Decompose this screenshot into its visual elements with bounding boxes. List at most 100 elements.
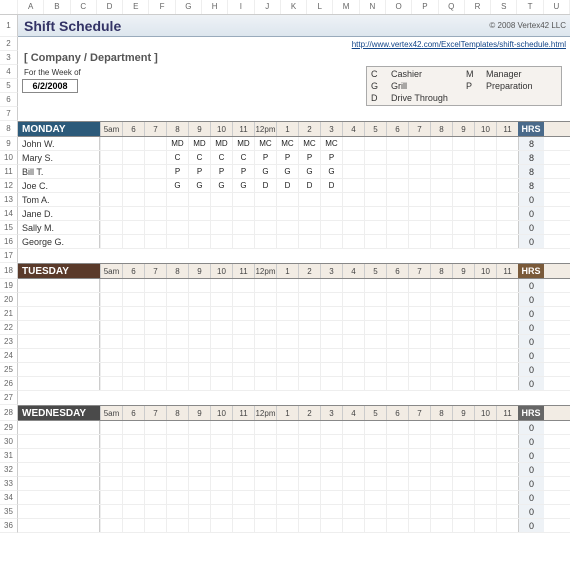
shift-cell[interactable]: D bbox=[320, 179, 342, 192]
shift-cell[interactable] bbox=[430, 321, 452, 334]
shift-cell[interactable] bbox=[474, 207, 496, 220]
shift-cell[interactable]: MD bbox=[166, 137, 188, 150]
shift-cell[interactable] bbox=[496, 193, 518, 206]
employee-name[interactable]: Jane D. bbox=[18, 207, 100, 220]
shift-cell[interactable] bbox=[276, 235, 298, 248]
shift-cell[interactable] bbox=[232, 207, 254, 220]
shift-cell[interactable] bbox=[452, 165, 474, 178]
shift-cell[interactable] bbox=[364, 519, 386, 532]
shift-cell[interactable] bbox=[474, 165, 496, 178]
shift-cell[interactable] bbox=[232, 307, 254, 320]
shift-cell[interactable] bbox=[276, 193, 298, 206]
shift-cell[interactable] bbox=[496, 421, 518, 434]
shift-cell[interactable] bbox=[430, 151, 452, 164]
shift-cell[interactable] bbox=[474, 307, 496, 320]
shift-cell[interactable] bbox=[298, 207, 320, 220]
shift-cell[interactable] bbox=[166, 221, 188, 234]
shift-cell[interactable] bbox=[496, 435, 518, 448]
employee-name[interactable] bbox=[18, 421, 100, 434]
shift-cell[interactable] bbox=[298, 221, 320, 234]
shift-cell[interactable] bbox=[144, 207, 166, 220]
shift-cell[interactable] bbox=[452, 307, 474, 320]
shift-cell[interactable] bbox=[232, 193, 254, 206]
shift-cell[interactable] bbox=[386, 505, 408, 518]
shift-cell[interactable] bbox=[430, 221, 452, 234]
employee-name[interactable] bbox=[18, 293, 100, 306]
shift-cell[interactable] bbox=[232, 335, 254, 348]
shift-cell[interactable] bbox=[386, 293, 408, 306]
shift-cell[interactable] bbox=[188, 293, 210, 306]
shift-cell[interactable] bbox=[320, 363, 342, 376]
shift-cell[interactable] bbox=[122, 335, 144, 348]
shift-cell[interactable] bbox=[430, 137, 452, 150]
shift-cell[interactable] bbox=[364, 491, 386, 504]
shift-cell[interactable] bbox=[166, 449, 188, 462]
shift-cell[interactable] bbox=[100, 137, 122, 150]
shift-cell[interactable] bbox=[166, 307, 188, 320]
shift-cell[interactable] bbox=[364, 477, 386, 490]
shift-cell[interactable]: D bbox=[276, 179, 298, 192]
shift-cell[interactable] bbox=[320, 421, 342, 434]
employee-name[interactable] bbox=[18, 477, 100, 490]
shift-cell[interactable] bbox=[100, 321, 122, 334]
shift-cell[interactable] bbox=[364, 179, 386, 192]
shift-cell[interactable] bbox=[166, 435, 188, 448]
shift-cell[interactable] bbox=[408, 477, 430, 490]
shift-cell[interactable] bbox=[408, 207, 430, 220]
shift-cell[interactable] bbox=[364, 435, 386, 448]
shift-cell[interactable] bbox=[166, 279, 188, 292]
shift-cell[interactable] bbox=[254, 463, 276, 476]
shift-cell[interactable] bbox=[496, 519, 518, 532]
shift-cell[interactable] bbox=[210, 235, 232, 248]
shift-cell[interactable] bbox=[320, 207, 342, 220]
shift-cell[interactable] bbox=[100, 505, 122, 518]
shift-cell[interactable] bbox=[100, 279, 122, 292]
employee-name[interactable]: Tom A. bbox=[18, 193, 100, 206]
shift-cell[interactable] bbox=[122, 421, 144, 434]
shift-cell[interactable] bbox=[430, 491, 452, 504]
shift-cell[interactable] bbox=[166, 335, 188, 348]
shift-cell[interactable] bbox=[430, 519, 452, 532]
shift-cell[interactable] bbox=[364, 363, 386, 376]
shift-cell[interactable] bbox=[430, 421, 452, 434]
shift-cell[interactable] bbox=[232, 377, 254, 390]
shift-cell[interactable] bbox=[342, 377, 364, 390]
shift-cell[interactable] bbox=[188, 449, 210, 462]
shift-cell[interactable] bbox=[122, 151, 144, 164]
shift-cell[interactable]: C bbox=[188, 151, 210, 164]
shift-cell[interactable] bbox=[430, 307, 452, 320]
shift-cell[interactable] bbox=[386, 449, 408, 462]
shift-cell[interactable] bbox=[254, 307, 276, 320]
shift-cell[interactable] bbox=[452, 349, 474, 362]
shift-cell[interactable] bbox=[408, 137, 430, 150]
shift-cell[interactable] bbox=[276, 221, 298, 234]
shift-cell[interactable] bbox=[144, 165, 166, 178]
shift-cell[interactable]: C bbox=[232, 151, 254, 164]
shift-cell[interactable] bbox=[254, 421, 276, 434]
employee-name[interactable] bbox=[18, 279, 100, 292]
shift-cell[interactable] bbox=[364, 165, 386, 178]
shift-cell[interactable]: G bbox=[210, 179, 232, 192]
shift-cell[interactable] bbox=[100, 449, 122, 462]
shift-cell[interactable] bbox=[298, 491, 320, 504]
shift-cell[interactable] bbox=[430, 193, 452, 206]
shift-cell[interactable] bbox=[364, 137, 386, 150]
shift-cell[interactable] bbox=[364, 293, 386, 306]
shift-cell[interactable] bbox=[452, 449, 474, 462]
shift-cell[interactable]: P bbox=[298, 151, 320, 164]
shift-cell[interactable] bbox=[298, 463, 320, 476]
shift-cell[interactable] bbox=[496, 477, 518, 490]
shift-cell[interactable] bbox=[188, 193, 210, 206]
shift-cell[interactable] bbox=[232, 505, 254, 518]
shift-cell[interactable] bbox=[342, 463, 364, 476]
shift-cell[interactable] bbox=[188, 207, 210, 220]
shift-cell[interactable] bbox=[430, 279, 452, 292]
shift-cell[interactable] bbox=[452, 491, 474, 504]
shift-cell[interactable] bbox=[408, 179, 430, 192]
shift-cell[interactable] bbox=[276, 349, 298, 362]
shift-cell[interactable] bbox=[276, 363, 298, 376]
shift-cell[interactable] bbox=[496, 335, 518, 348]
employee-name[interactable] bbox=[18, 307, 100, 320]
shift-cell[interactable] bbox=[232, 421, 254, 434]
shift-cell[interactable] bbox=[122, 279, 144, 292]
